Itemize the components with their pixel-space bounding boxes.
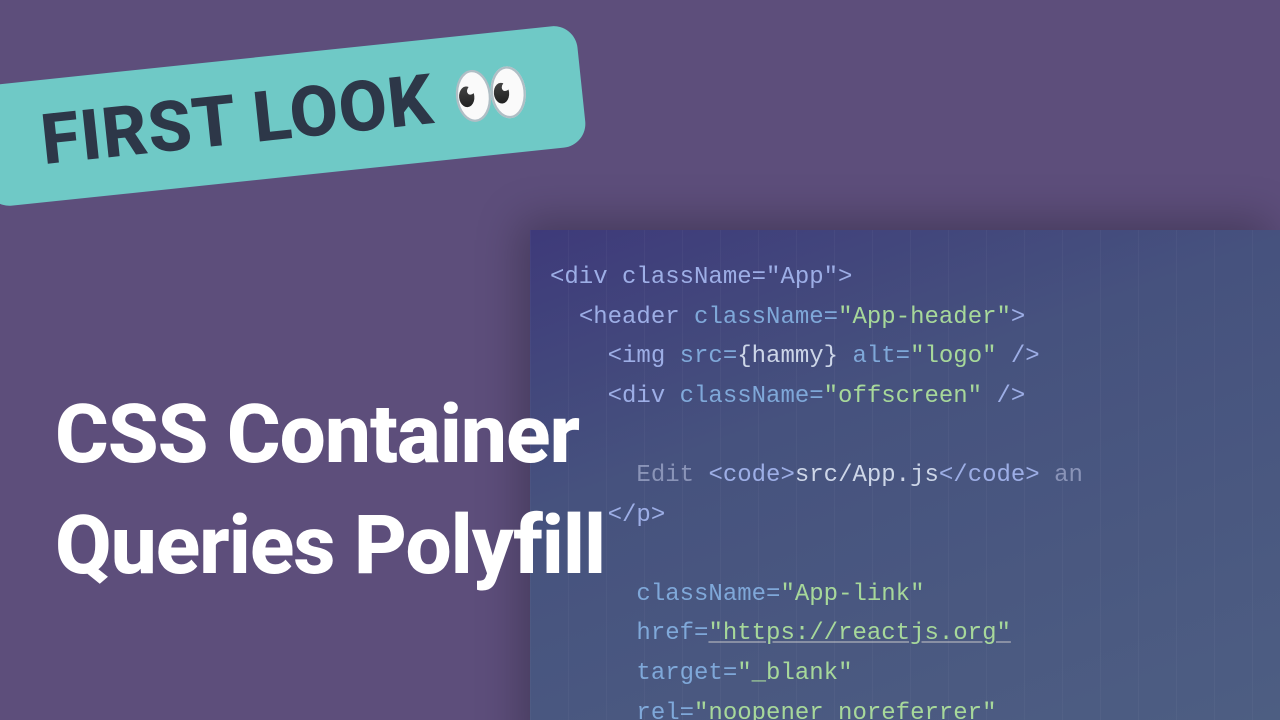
code-snippet: <div className="App"> <header className=… xyxy=(530,230,1280,720)
code-line: rel="noopener noreferrer" xyxy=(550,694,1280,720)
code-line: href="https://reactjs.org" xyxy=(550,614,1280,654)
title-line-1: CSS Container xyxy=(55,380,605,491)
badge-label: FIRST LOOK xyxy=(37,59,438,182)
code-line: className="App-link" xyxy=(550,575,1280,615)
main-title: CSS Container Queries Polyfill xyxy=(55,380,605,601)
first-look-badge: FIRST LOOK 👀 xyxy=(0,24,588,208)
code-line: <div className="App"> xyxy=(550,258,1280,298)
eyes-icon: 👀 xyxy=(447,52,535,135)
code-line: Edit <code>src/App.js</code> an xyxy=(550,456,1280,496)
title-line-2: Queries Polyfill xyxy=(55,491,605,602)
code-line: <header className="App-header"> xyxy=(550,298,1280,338)
code-line: <div className="offscreen" /> xyxy=(550,377,1280,417)
code-line: <img src={hammy} alt="logo" /> xyxy=(550,337,1280,377)
code-line: target="_blank" xyxy=(550,654,1280,694)
code-line: </p> xyxy=(550,496,1280,536)
